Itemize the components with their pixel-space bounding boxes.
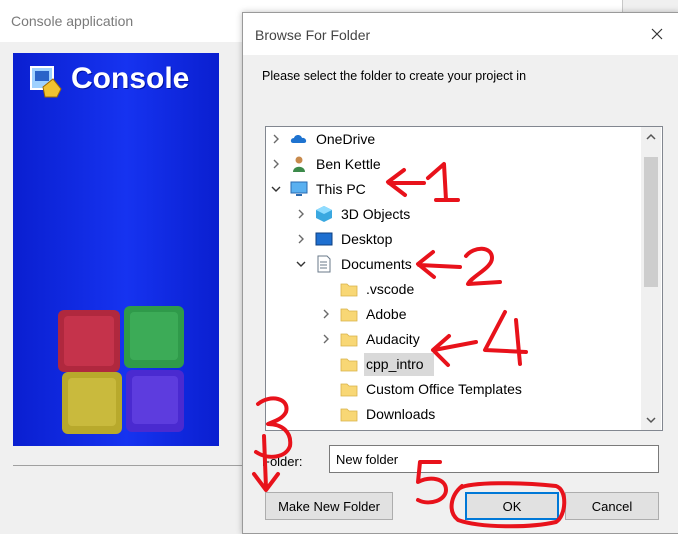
tree-item-onedrive[interactable]: OneDrive	[266, 127, 636, 152]
expand-button[interactable]	[295, 208, 307, 220]
scroll-up-button[interactable]	[641, 127, 661, 147]
tree-item-audacity[interactable]: Audacity	[266, 327, 636, 352]
wizard-banner: Console	[13, 53, 219, 446]
banner-title: Console	[71, 62, 190, 95]
chevron-down-icon	[296, 261, 306, 267]
expand-button[interactable]	[320, 308, 332, 320]
chevron-down-icon	[646, 417, 656, 424]
scroll-down-button[interactable]	[641, 410, 661, 430]
chevron-right-icon	[323, 334, 329, 344]
desktop-icon	[315, 230, 333, 248]
dialog-title: Browse For Folder	[255, 27, 371, 43]
expand-button[interactable]	[320, 333, 332, 345]
window-title: Console application	[11, 13, 134, 29]
tree-item-label: Audacity	[366, 331, 420, 347]
tree-item-label: Adobe	[366, 306, 407, 322]
chevron-right-icon	[298, 234, 304, 244]
tree-item-downloads[interactable]: Downloads	[266, 402, 636, 427]
tree-item-documents[interactable]: Documents	[266, 252, 636, 277]
tree-item-label: OneDrive	[316, 131, 376, 147]
tree-item-label: Ben Kettle	[316, 156, 381, 172]
document-icon	[315, 255, 333, 273]
folder-name-input[interactable]	[329, 445, 659, 473]
computer-icon	[290, 180, 308, 198]
tree-item-label: Desktop	[341, 231, 393, 247]
divider	[13, 465, 243, 466]
tree-item-desktop[interactable]: Desktop	[266, 227, 636, 252]
folder-icon	[340, 330, 358, 348]
vertical-scrollbar[interactable]	[641, 127, 661, 430]
chevron-right-icon	[323, 309, 329, 319]
chevron-right-icon	[298, 209, 304, 219]
tree-item-adobe[interactable]: Adobe	[266, 302, 636, 327]
cancel-button[interactable]: Cancel	[565, 492, 659, 520]
tree-item-3d-objects[interactable]: 3D Objects	[266, 202, 636, 227]
tree-item-label: Custom Office Templates	[366, 381, 522, 397]
collapse-button[interactable]	[270, 183, 282, 195]
folder-field-label: Folder:	[262, 454, 303, 469]
close-button[interactable]	[641, 21, 673, 47]
close-icon	[651, 28, 663, 40]
tree-item-label: .vscode	[366, 281, 415, 297]
tree-item-ben-kettle[interactable]: Ben Kettle	[266, 152, 636, 177]
make-new-folder-button[interactable]: Make New Folder	[265, 492, 393, 520]
chevron-down-icon	[271, 186, 281, 192]
instruction-text: Please select the folder to create your …	[262, 69, 527, 83]
folder-tree[interactable]: OneDrive Ben Kettle This PC 3D Objects Deskt…	[265, 126, 663, 431]
tree-item-this-pc[interactable]: This PC	[266, 177, 636, 202]
cubes-logo-icon	[58, 306, 184, 434]
tree-item-label: Documents	[341, 256, 412, 272]
tree-item-label: This PC	[316, 181, 366, 197]
console-logo-icon	[30, 66, 62, 98]
tree-item-vscode[interactable]: .vscode	[266, 277, 636, 302]
tree-item-cpp-intro[interactable]: cpp_intro	[266, 352, 636, 377]
tree-item-label: cpp_intro	[366, 356, 424, 372]
cube-icon	[315, 205, 333, 223]
chevron-up-icon	[646, 133, 656, 140]
scroll-thumb[interactable]	[644, 157, 658, 287]
cloud-icon	[290, 130, 308, 148]
tree-item-label: Downloads	[366, 406, 436, 422]
expand-button[interactable]	[270, 133, 282, 145]
folder-icon	[340, 380, 358, 398]
expand-button[interactable]	[295, 233, 307, 245]
tree-item-label: 3D Objects	[341, 206, 411, 222]
dialog-title-bar: Browse For Folder	[243, 13, 678, 55]
chevron-right-icon	[273, 159, 279, 169]
chevron-right-icon	[273, 134, 279, 144]
expand-button[interactable]	[270, 158, 282, 170]
folder-icon	[340, 405, 358, 423]
user-icon	[290, 155, 308, 173]
folder-icon	[340, 355, 358, 373]
collapse-button[interactable]	[295, 258, 307, 270]
folder-icon	[340, 280, 358, 298]
tree-item-custom-office-templates[interactable]: Custom Office Templates	[266, 377, 636, 402]
folder-icon	[340, 305, 358, 323]
ok-button[interactable]: OK	[465, 492, 559, 520]
browse-for-folder-dialog: Browse For Folder Please select the fold…	[242, 12, 678, 534]
